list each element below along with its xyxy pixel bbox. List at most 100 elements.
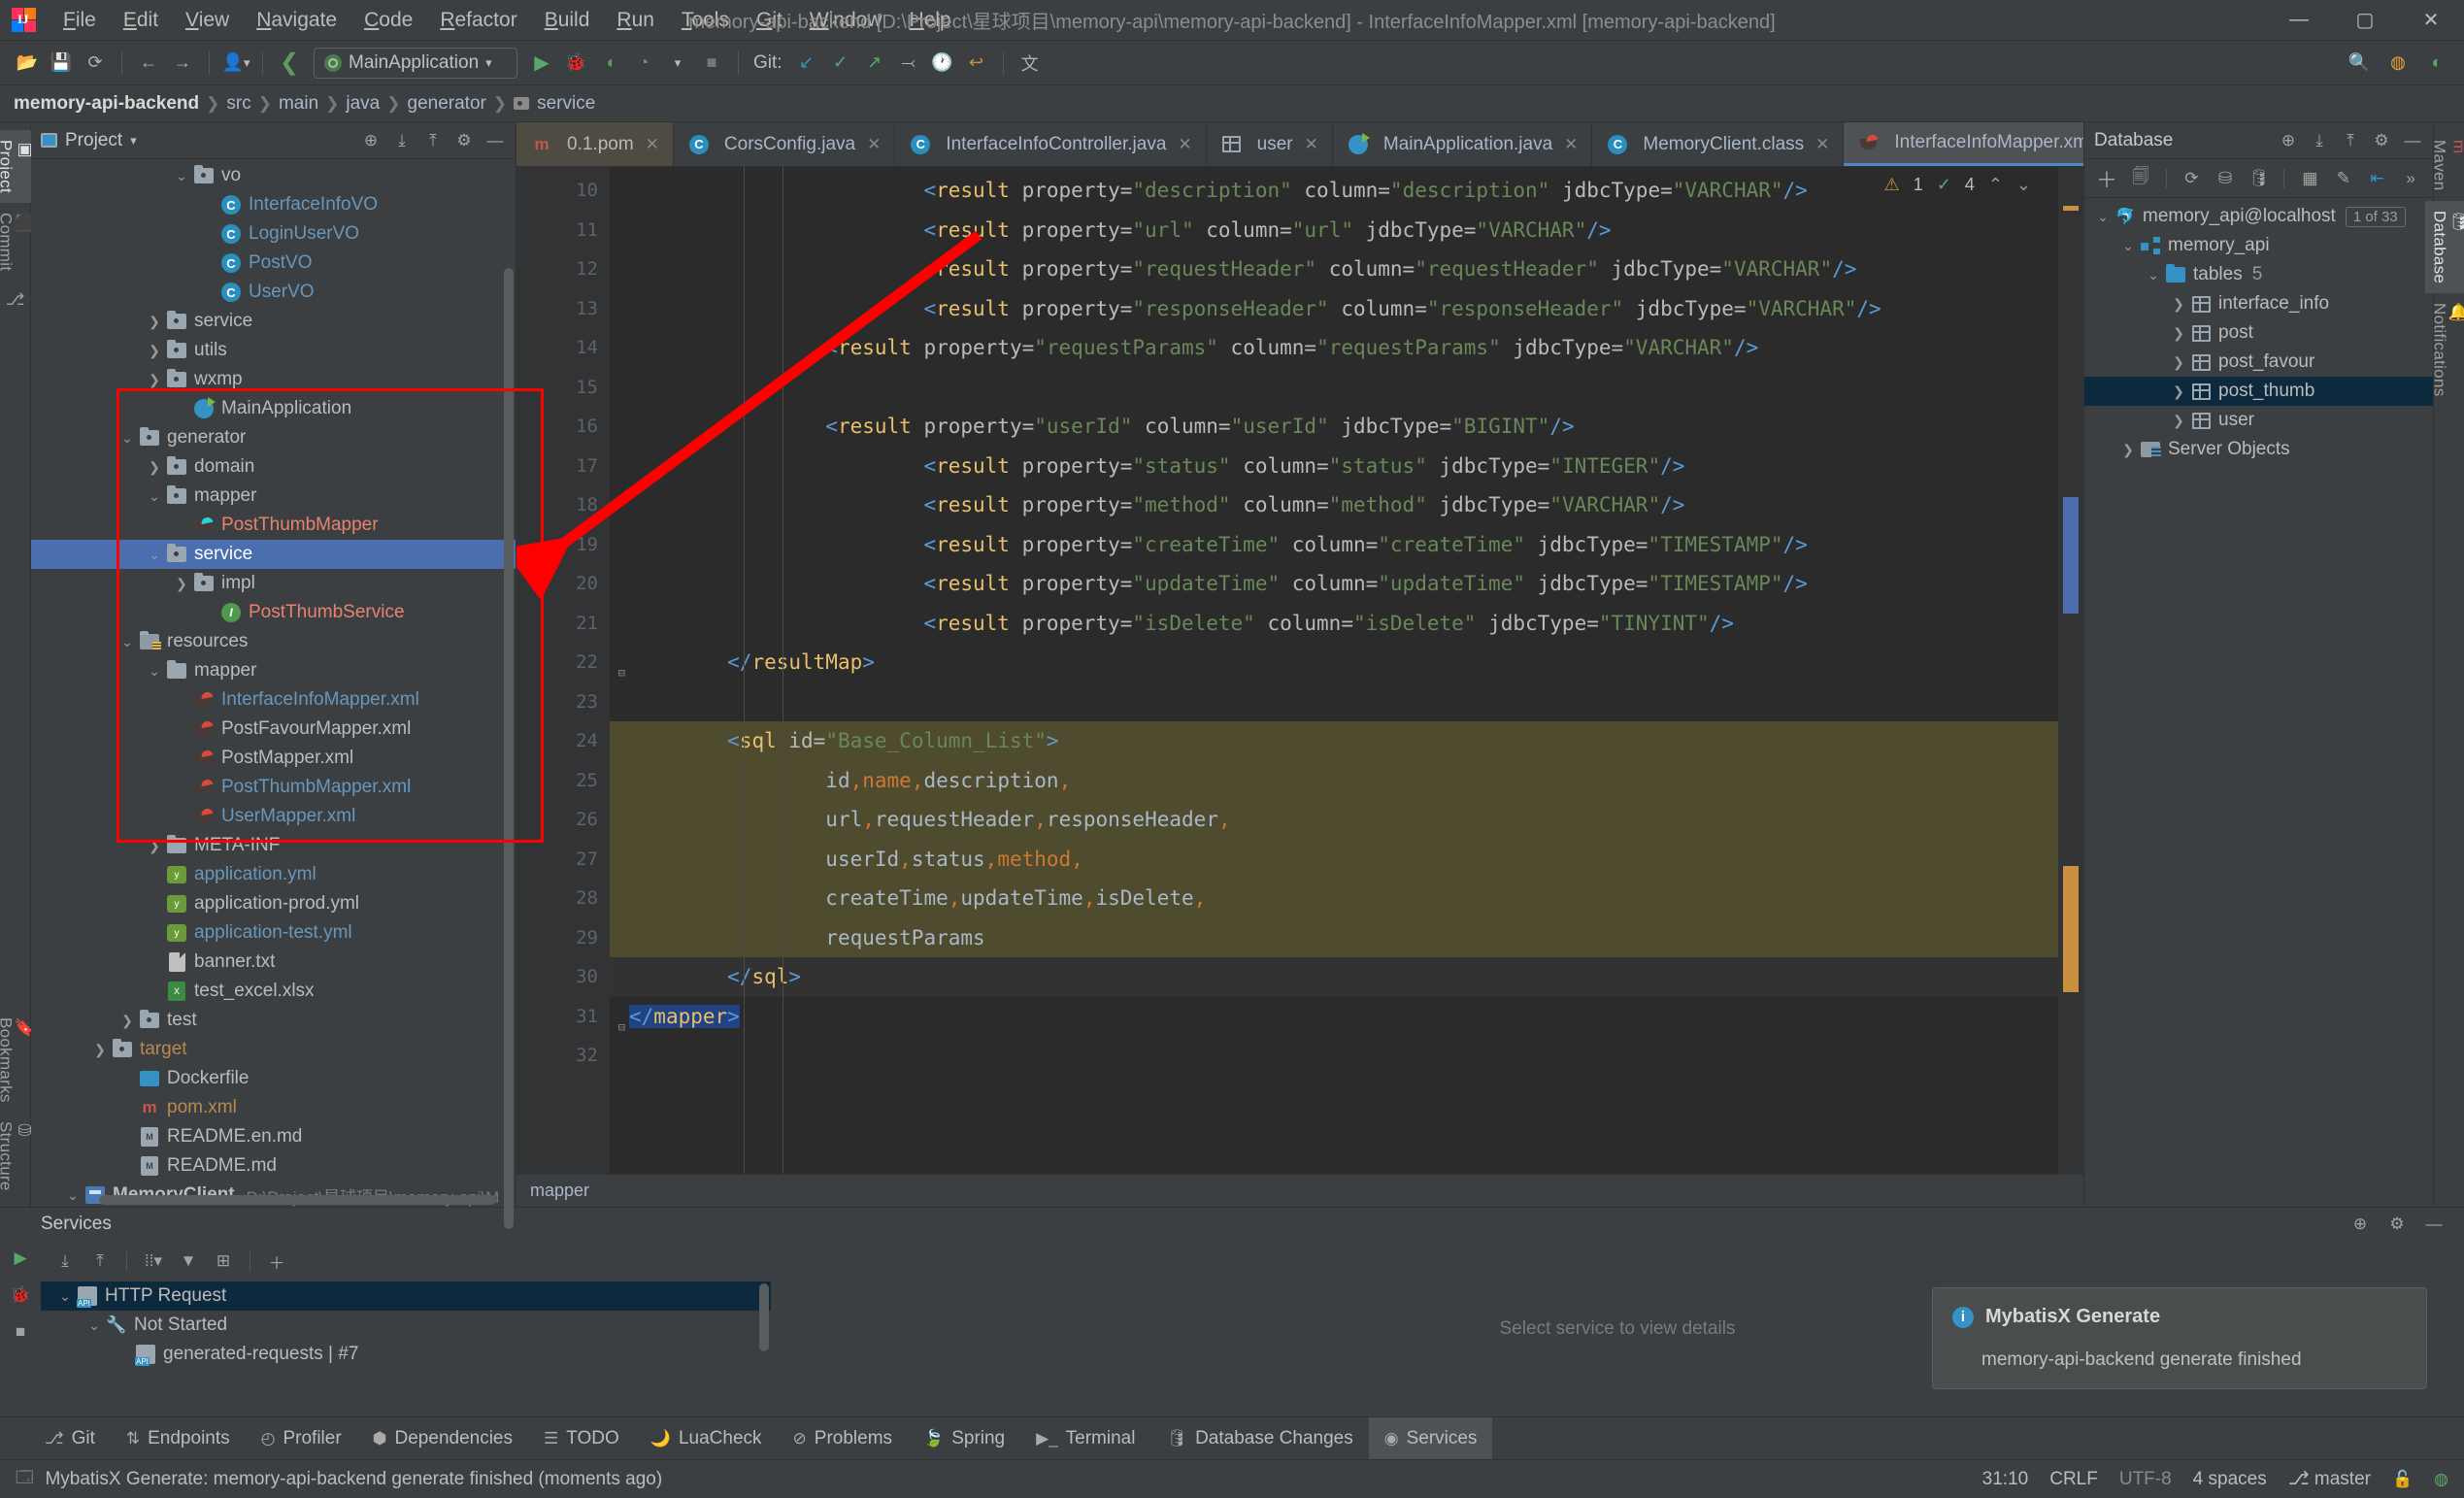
chevron-down-icon[interactable]: ⌄ [2143,267,2164,283]
line-number[interactable]: 24⊟ [516,721,625,761]
inspection-widget[interactable]: ⚠ 1 ✓ 4 ⌃ ⌄ [1884,175,2031,195]
run-icon[interactable]: ▶ [10,1248,31,1268]
hide-panel-icon[interactable]: — [484,131,506,150]
back-icon[interactable]: ← [133,48,164,79]
git-rollback-icon[interactable]: ↩ [961,48,992,79]
minimize-button[interactable]: — [2266,0,2332,41]
ide-indicator-icon[interactable]: ◍ [2434,1470,2448,1489]
bottom-tab-profiler[interactable]: ◴ Profiler [246,1417,357,1459]
editor-tab-strip[interactable]: m 0.1.pom ✕ C CorsConfig.java ✕ C InterfaceInfo… [516,122,2083,167]
close-tab-icon[interactable]: ✕ [1305,135,1318,154]
database-tree-item[interactable]: ❯ post_thumb [2084,377,2433,406]
more-actions-icon[interactable]: » [2400,169,2421,188]
line-number[interactable]: 25 [516,761,610,801]
line-number[interactable]: 11 [516,211,610,250]
chevron-right-icon[interactable]: ❯ [144,838,165,854]
chevron-right-icon[interactable]: ❯ [89,1042,111,1058]
menu-tools[interactable]: Tools [669,4,742,37]
build-icon[interactable]: ❮ [274,48,305,79]
code-line[interactable]: </mapper> [610,997,2058,1037]
code-line[interactable]: <result property="description" column="d… [610,171,2058,211]
bottom-tab-luacheck[interactable]: 🌙 LuaCheck [635,1417,778,1459]
open-table-icon[interactable]: ▦ [2299,169,2320,188]
filter-icon[interactable]: ▼ [178,1251,199,1271]
editor-tab[interactable]: user ✕ [1207,122,1333,166]
chevron-down-icon[interactable]: ⌄ [117,634,138,650]
chevron-down-icon[interactable]: ⌄ [2092,209,2114,225]
jump-to-editor-icon[interactable]: ⇤ [2367,169,2388,188]
line-number[interactable]: 32 [516,1036,610,1076]
debug-icon[interactable]: 🐞 [10,1285,31,1305]
chevron-right-icon[interactable]: ❯ [144,372,165,388]
database-tree-item[interactable]: ⌄ 🐬 memory_api@localhost 1 of 33 [2084,202,2433,231]
profile-button[interactable]: ◔ [628,48,659,79]
line-number[interactable]: 12 [516,250,610,289]
breadcrumb-item-src[interactable]: src [226,93,250,115]
menu-edit[interactable]: Edit [111,4,171,37]
scroll-from-source-icon[interactable]: ⊕ [2278,131,2299,150]
code-line[interactable]: <result property="userId" column="userId… [610,407,2058,447]
code-line[interactable]: <result property="responseHeader" column… [610,289,2058,329]
git-branch-icon[interactable]: ⤙ [893,48,924,79]
project-tree-item[interactable]: ·M README.en.md [31,1122,516,1151]
menu-view[interactable]: View [173,4,242,37]
chevron-down-icon[interactable]: ⌄ [171,168,192,184]
add-datasource-icon[interactable]: ＋ [2096,163,2117,194]
line-number[interactable]: 17 [516,447,610,486]
tool-window-database[interactable]: 🛢 Database [2424,200,2464,293]
settings-gear-icon[interactable]: ⚙ [453,131,475,150]
editor-tab[interactable]: C MemoryClient.class ✕ [1592,122,1845,166]
project-tree-item[interactable]: · PostMapper.xml [31,744,516,773]
menu-window[interactable]: Window [797,4,895,37]
chevron-right-icon[interactable]: ❯ [2117,442,2139,458]
search-icon[interactable]: 🔍 [2344,48,2375,79]
indent-setting[interactable]: 4 spaces [2193,1469,2267,1490]
database-tree-item[interactable]: ❯ interface_info [2084,289,2433,318]
line-number[interactable]: 21 [516,604,610,644]
settings-gear-icon[interactable]: ⚙ [2386,1215,2408,1234]
profile-dropdown-icon[interactable]: ▾ [662,48,693,79]
chevron-right-icon[interactable]: ❯ [171,576,192,592]
line-number[interactable]: 10 [516,171,610,211]
code-line[interactable]: <result property="requestParams" column=… [610,328,2058,368]
code-line[interactable]: <result property="requestHeader" column=… [610,250,2058,289]
breadcrumb-item-main[interactable]: main [279,93,318,115]
line-separator[interactable]: CRLF [2049,1469,2098,1490]
project-tree-item[interactable]: ❯ utils [31,336,516,365]
code-line[interactable]: <result property="url" column="url" jdbc… [610,211,2058,250]
menu-build[interactable]: Build [532,4,603,37]
query-console-icon[interactable]: ✎ [2333,169,2354,188]
chevron-down-icon[interactable]: ⌄ [62,1187,83,1204]
database-tree-item[interactable]: ❯ Server Objects [2084,435,2433,464]
line-number[interactable]: 16 [516,407,610,447]
chevron-right-icon[interactable]: ❯ [117,1013,138,1029]
chevron-right-icon[interactable]: ❯ [2168,325,2189,342]
ide-status-icon[interactable]: ◐ [2421,48,2452,79]
database-tree-item[interactable]: ❯ user [2084,406,2433,435]
tool-window-maven[interactable]: m Maven [2425,130,2464,201]
bottom-tab-database-changes[interactable]: 🛢 Database Changes [1150,1417,1368,1459]
editor-tab[interactable]: C InterfaceInfoController.java ✕ [895,122,1207,166]
copy-icon[interactable]: 🗐 [2130,164,2151,192]
project-tree-item[interactable]: ❯ wxmp [31,365,516,394]
debug-button[interactable]: 🐞 [560,48,591,79]
bottom-tab-endpoints[interactable]: ⇅ Endpoints [111,1417,246,1459]
hide-panel-icon[interactable]: — [2402,131,2423,150]
stop-icon[interactable]: ■ [10,1322,31,1342]
expand-all-icon[interactable]: ⤓ [54,1251,76,1271]
close-tab-icon[interactable]: ✕ [1178,135,1191,154]
notifications-icon[interactable]: ◍ [2382,48,2414,79]
line-number[interactable]: 29 [516,918,610,958]
chevron-down-icon[interactable]: ⌄ [144,663,165,680]
chevron-right-icon[interactable]: ❯ [2168,413,2189,429]
project-tree-item[interactable]: ⌄ vo [31,161,516,190]
chevron-down-icon[interactable]: ⌄ [117,430,138,447]
project-tree-item[interactable]: ⌄ generator [31,423,516,452]
user-icon[interactable]: 👤 ▾ [220,48,251,79]
project-horizontal-scrollbar[interactable] [99,1195,496,1205]
line-number[interactable]: 31 ⊟ [516,997,625,1037]
bottom-tab-problems[interactable]: ⊘ Problems [778,1417,909,1459]
close-tab-icon[interactable]: ✕ [867,135,881,154]
code-editor[interactable]: 10111213141516171819202122⊟2324⊟25262728… [516,167,2083,1174]
expand-all-icon[interactable]: ⤓ [2309,131,2330,150]
